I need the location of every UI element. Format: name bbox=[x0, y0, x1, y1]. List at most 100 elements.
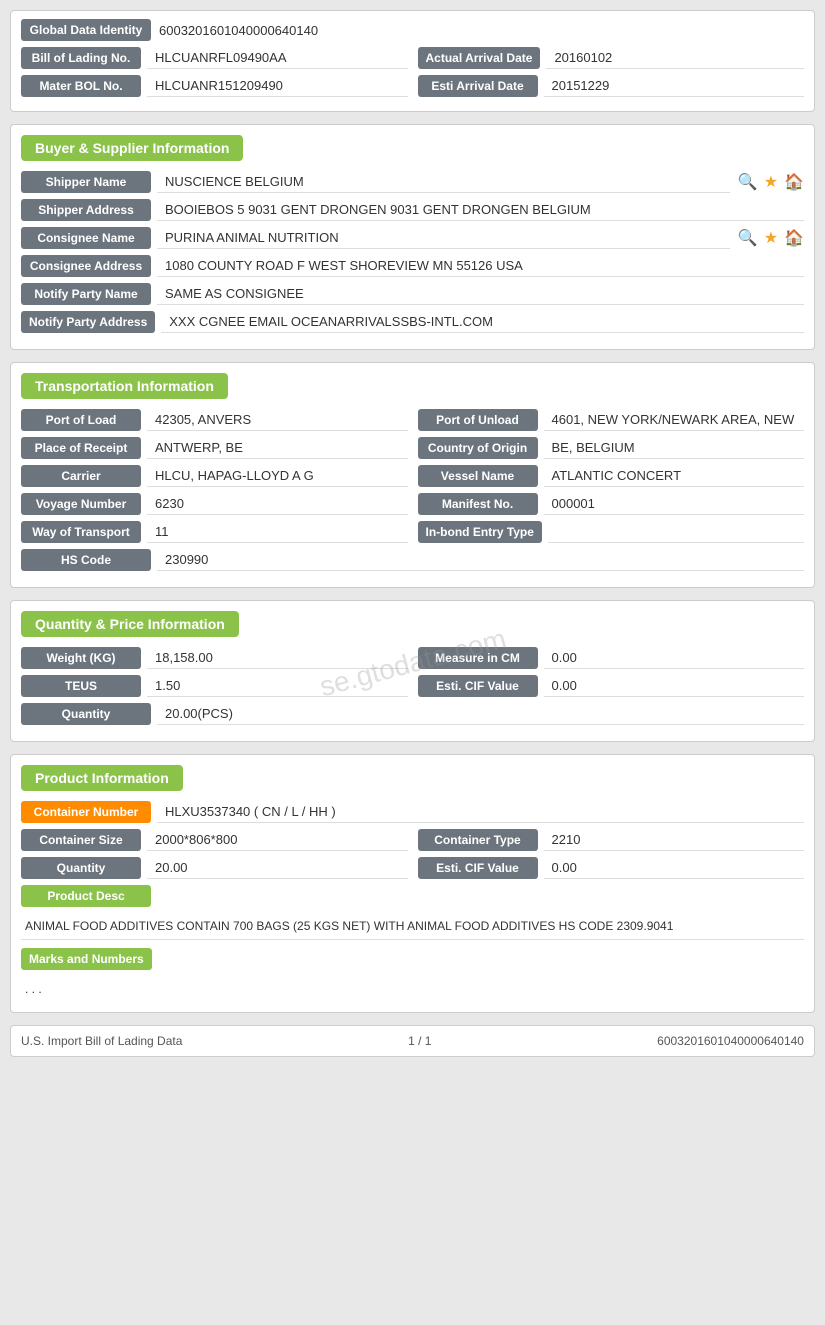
marks-numbers-text: . . . bbox=[21, 976, 804, 1002]
mbol-label: Mater BOL No. bbox=[21, 75, 141, 97]
quantity-label: Quantity bbox=[21, 703, 151, 725]
bill-of-lading-row: Bill of Lading No. HLCUANRFL09490AA Actu… bbox=[21, 47, 804, 69]
buyer-supplier-header: Buyer & Supplier Information bbox=[21, 135, 243, 161]
hs-code-row: HS Code 230990 bbox=[21, 549, 804, 571]
container-size-label: Container Size bbox=[21, 829, 141, 851]
teus-cif-row: TEUS 1.50 Esti. CIF Value 0.00 bbox=[21, 675, 804, 697]
notify-party-name-value: SAME AS CONSIGNEE bbox=[157, 283, 804, 305]
container-number-value: HLXU3537340 ( CN / L / HH ) bbox=[157, 801, 804, 823]
marks-numbers-label: Marks and Numbers bbox=[21, 948, 152, 970]
notify-party-name-row: Notify Party Name SAME AS CONSIGNEE bbox=[21, 283, 804, 305]
prod-cif-label: Esti. CIF Value bbox=[418, 857, 538, 879]
way-transport-value: 11 bbox=[147, 521, 408, 543]
container-size-value: 2000*806*800 bbox=[147, 829, 408, 851]
vessel-col: Vessel Name ATLANTIC CONCERT bbox=[418, 465, 805, 487]
inbond-col: In-bond Entry Type bbox=[418, 521, 805, 543]
place-receipt-value: ANTWERP, BE bbox=[147, 437, 408, 459]
way-transport-label: Way of Transport bbox=[21, 521, 141, 543]
notify-party-address-label: Notify Party Address bbox=[21, 311, 155, 333]
container-type-value: 2210 bbox=[544, 829, 805, 851]
container-number-row: Container Number HLXU3537340 ( CN / L / … bbox=[21, 801, 804, 823]
manifest-col: Manifest No. 000001 bbox=[418, 493, 805, 515]
prod-qty-col: Quantity 20.00 bbox=[21, 857, 408, 879]
page-container: se.gtodata.com Global Data Identity 6003… bbox=[0, 0, 825, 1325]
product-desc-row: Product Desc bbox=[21, 885, 804, 907]
transport-inbond-row: Way of Transport 11 In-bond Entry Type bbox=[21, 521, 804, 543]
global-id-row: Global Data Identity 6003201601040000640… bbox=[21, 19, 804, 41]
consignee-search-icon[interactable]: 🔍 bbox=[738, 228, 758, 248]
shipper-address-label: Shipper Address bbox=[21, 199, 151, 221]
actual-arrival-label: Actual Arrival Date bbox=[418, 47, 541, 69]
transportation-header: Transportation Information bbox=[21, 373, 228, 399]
voyage-value: 6230 bbox=[147, 493, 408, 515]
quantity-row: Quantity 20.00(PCS) bbox=[21, 703, 804, 725]
esti-cif-col: Esti. CIF Value 0.00 bbox=[418, 675, 805, 697]
port-unload-col: Port of Unload 4601, NEW YORK/NEWARK ARE… bbox=[418, 409, 805, 431]
teus-value: 1.50 bbox=[147, 675, 408, 697]
footer-right: 6003201601040000640140 bbox=[657, 1034, 804, 1048]
place-receipt-col: Place of Receipt ANTWERP, BE bbox=[21, 437, 408, 459]
vessel-value: ATLANTIC CONCERT bbox=[544, 465, 805, 487]
global-id-label: Global Data Identity bbox=[21, 19, 151, 41]
shipper-star-icon[interactable]: ★ bbox=[764, 172, 778, 192]
voyage-label: Voyage Number bbox=[21, 493, 141, 515]
actual-arrival-value: 20160102 bbox=[546, 47, 804, 69]
consignee-address-label: Consignee Address bbox=[21, 255, 151, 277]
vessel-label: Vessel Name bbox=[418, 465, 538, 487]
shipper-icons: 🔍 ★ 🏠 bbox=[738, 172, 804, 192]
consignee-home-icon[interactable]: 🏠 bbox=[784, 228, 804, 248]
manifest-value: 000001 bbox=[544, 493, 805, 515]
footer-left: U.S. Import Bill of Lading Data bbox=[21, 1034, 182, 1048]
mbol-left: Mater BOL No. HLCUANR151209490 bbox=[21, 75, 408, 97]
quantity-price-card: Quantity & Price Information Weight (KG)… bbox=[10, 600, 815, 742]
inbond-label: In-bond Entry Type bbox=[418, 521, 542, 543]
hs-code-value: 230990 bbox=[157, 549, 804, 571]
quantity-value: 20.00(PCS) bbox=[157, 703, 804, 725]
receipt-origin-row: Place of Receipt ANTWERP, BE Country of … bbox=[21, 437, 804, 459]
footer-bar: U.S. Import Bill of Lading Data 1 / 1 60… bbox=[10, 1025, 815, 1057]
shipper-search-icon[interactable]: 🔍 bbox=[738, 172, 758, 192]
weight-value: 18,158.00 bbox=[147, 647, 408, 669]
consignee-address-value: 1080 COUNTY ROAD F WEST SHOREVIEW MN 551… bbox=[157, 255, 804, 277]
carrier-value: HLCU, HAPAG-LLOYD A G bbox=[147, 465, 408, 487]
marks-numbers-row: Marks and Numbers bbox=[21, 948, 804, 970]
esti-cif-value: 0.00 bbox=[544, 675, 805, 697]
port-unload-value: 4601, NEW YORK/NEWARK AREA, NEW bbox=[544, 409, 805, 431]
bol-value: HLCUANRFL09490AA bbox=[147, 47, 408, 69]
prod-qty-label: Quantity bbox=[21, 857, 141, 879]
shipper-home-icon[interactable]: 🏠 bbox=[784, 172, 804, 192]
hs-code-label: HS Code bbox=[21, 549, 151, 571]
port-load-unload-row: Port of Load 42305, ANVERS Port of Unloa… bbox=[21, 409, 804, 431]
transportation-card: Transportation Information Port of Load … bbox=[10, 362, 815, 588]
bol-label: Bill of Lading No. bbox=[21, 47, 141, 69]
country-origin-col: Country of Origin BE, BELGIUM bbox=[418, 437, 805, 459]
actual-arrival-col: Actual Arrival Date 20160102 bbox=[418, 47, 805, 69]
port-load-value: 42305, ANVERS bbox=[147, 409, 408, 431]
global-id-value: 6003201601040000640140 bbox=[151, 20, 326, 41]
prod-qty-cif-row: Quantity 20.00 Esti. CIF Value 0.00 bbox=[21, 857, 804, 879]
mbol-value: HLCUANR151209490 bbox=[147, 75, 408, 97]
esti-cif-label: Esti. CIF Value bbox=[418, 675, 538, 697]
notify-party-name-label: Notify Party Name bbox=[21, 283, 151, 305]
product-info-card: Product Information Container Number HLX… bbox=[10, 754, 815, 1013]
country-origin-label: Country of Origin bbox=[418, 437, 538, 459]
container-size-type-row: Container Size 2000*806*800 Container Ty… bbox=[21, 829, 804, 851]
shipper-name-row: Shipper Name NUSCIENCE BELGIUM 🔍 ★ 🏠 bbox=[21, 171, 804, 193]
global-id-card: Global Data Identity 6003201601040000640… bbox=[10, 10, 815, 112]
container-size-col: Container Size 2000*806*800 bbox=[21, 829, 408, 851]
product-desc-text: ANIMAL FOOD ADDITIVES CONTAIN 700 BAGS (… bbox=[21, 913, 804, 940]
place-receipt-label: Place of Receipt bbox=[21, 437, 141, 459]
voyage-manifest-row: Voyage Number 6230 Manifest No. 000001 bbox=[21, 493, 804, 515]
weight-label: Weight (KG) bbox=[21, 647, 141, 669]
carrier-label: Carrier bbox=[21, 465, 141, 487]
carrier-col: Carrier HLCU, HAPAG-LLOYD A G bbox=[21, 465, 408, 487]
esti-arrival-label: Esti Arrival Date bbox=[418, 75, 538, 97]
weight-measure-row: Weight (KG) 18,158.00 Measure in CM 0.00 bbox=[21, 647, 804, 669]
inbond-value bbox=[548, 521, 804, 543]
notify-party-address-value: XXX CGNEE EMAIL OCEANARRIVALSSBS-INTL.CO… bbox=[161, 311, 804, 333]
shipper-name-label: Shipper Name bbox=[21, 171, 151, 193]
voyage-col: Voyage Number 6230 bbox=[21, 493, 408, 515]
consignee-star-icon[interactable]: ★ bbox=[764, 228, 778, 248]
consignee-name-row: Consignee Name PURINA ANIMAL NUTRITION 🔍… bbox=[21, 227, 804, 249]
carrier-vessel-row: Carrier HLCU, HAPAG-LLOYD A G Vessel Nam… bbox=[21, 465, 804, 487]
